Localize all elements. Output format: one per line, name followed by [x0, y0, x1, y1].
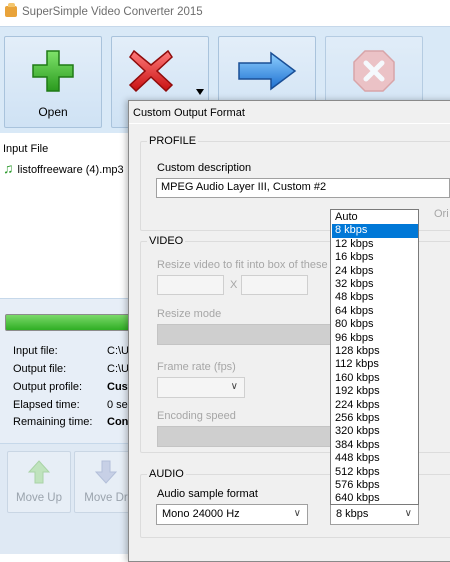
- open-button[interactable]: Open: [4, 36, 102, 128]
- bitrate-option[interactable]: 192 kbps: [332, 385, 418, 398]
- bitrate-option[interactable]: 32 kbps: [332, 278, 418, 291]
- bitrate-option[interactable]: 576 kbps: [332, 479, 418, 492]
- frame-rate-label: Frame rate (fps): [157, 361, 236, 373]
- resize-height-input[interactable]: [241, 275, 308, 295]
- info-value-elapsed-time: 0 se: [107, 399, 128, 411]
- encoding-speed-label: Encoding speed: [157, 410, 236, 422]
- arrow-up-icon: [28, 460, 50, 484]
- open-button-label: Open: [38, 105, 68, 119]
- bitrate-option[interactable]: 128 kbps: [332, 345, 418, 358]
- info-value-remaining-time: Con: [107, 416, 129, 428]
- bitrate-option[interactable]: 224 kbps: [332, 399, 418, 412]
- resize-x-separator: X: [230, 279, 238, 291]
- list-item[interactable]: ♫ listoffreeware (4).mp3: [3, 160, 124, 176]
- bitrate-option[interactable]: 96 kbps: [332, 332, 418, 345]
- info-label-output-file: Output file:: [13, 363, 67, 375]
- custom-description-input[interactable]: MPEG Audio Layer III, Custom #2: [156, 178, 450, 198]
- app-icon: [5, 3, 17, 17]
- info-label-remaining-time: Remaining time:: [13, 416, 93, 428]
- progress-bar: [5, 314, 132, 331]
- encoding-speed-slider[interactable]: [157, 426, 334, 447]
- music-note-icon: ♫: [3, 160, 14, 176]
- bitrate-option[interactable]: 80 kbps: [332, 318, 418, 331]
- bitrate-option[interactable]: Auto: [332, 211, 418, 224]
- bitrate-option[interactable]: 160 kbps: [332, 372, 418, 385]
- stop-icon: [353, 50, 395, 92]
- bitrate-option[interactable]: 112 kbps: [332, 358, 418, 371]
- resize-width-input[interactable]: [157, 275, 224, 295]
- info-label-elapsed-time: Elapsed time:: [13, 399, 80, 411]
- bitrate-option[interactable]: 512 kbps: [332, 466, 418, 479]
- original-label: Ori: [434, 208, 449, 220]
- remove-icon: [128, 49, 174, 93]
- bitrate-option[interactable]: 16 kbps: [332, 251, 418, 264]
- audio-title: AUDIO: [147, 468, 186, 480]
- custom-description-label: Custom description: [157, 162, 252, 174]
- bitrate-option[interactable]: 12 kbps: [332, 238, 418, 251]
- audio-sample-format-select[interactable]: Mono 24000 Hz ∨: [156, 504, 308, 525]
- info-label-input-file: Input file:: [13, 345, 58, 357]
- info-label-output-profile: Output profile:: [13, 381, 83, 393]
- bitrate-option[interactable]: 24 kbps: [332, 265, 418, 278]
- bitrate-option[interactable]: 8 kbps: [332, 224, 418, 238]
- frame-rate-select[interactable]: ∨: [157, 377, 245, 398]
- chevron-down-icon[interactable]: [196, 89, 204, 95]
- resize-mode-label: Resize mode: [157, 308, 222, 320]
- video-title: VIDEO: [147, 235, 186, 247]
- app-title: SuperSimple Video Converter 2015: [22, 6, 203, 18]
- resize-mode-select[interactable]: [157, 324, 334, 345]
- add-icon: [32, 50, 74, 92]
- move-up-label: Move Up: [15, 492, 63, 504]
- bitrate-option[interactable]: 384 kbps: [332, 439, 418, 452]
- audio-bitrate-value: 8 kbps: [336, 508, 369, 520]
- dialog-divider: [129, 123, 450, 124]
- file-list[interactable]: [0, 133, 130, 298]
- bitrate-option[interactable]: 48 kbps: [332, 291, 418, 304]
- chevron-down-icon: ∨: [404, 508, 412, 519]
- bitrate-option[interactable]: 448 kbps: [332, 452, 418, 465]
- bitrate-option[interactable]: 256 kbps: [332, 412, 418, 425]
- resize-label: Resize video to fit into box of these d: [157, 259, 337, 271]
- arrow-right-icon: [238, 51, 297, 91]
- bitrate-option[interactable]: 640 kbps: [332, 492, 418, 505]
- bitrate-option[interactable]: 64 kbps: [332, 305, 418, 318]
- audio-bitrate-select[interactable]: 8 kbps ∨: [330, 504, 419, 525]
- info-value-output-file: C:\U: [107, 363, 129, 375]
- arrow-down-icon: [95, 460, 117, 484]
- audio-sample-format-label: Audio sample format: [157, 488, 258, 500]
- chevron-down-icon: ∨: [230, 381, 238, 392]
- file-name: listoffreeware (4).mp3: [17, 164, 124, 176]
- chevron-down-icon: ∨: [293, 508, 301, 519]
- dialog-title: Custom Output Format: [133, 107, 245, 119]
- audio-sample-format-value: Mono 24000 Hz: [162, 508, 240, 520]
- column-header-input-file[interactable]: Input File: [3, 143, 48, 155]
- profile-title: PROFILE: [147, 135, 199, 147]
- move-up-button[interactable]: Move Up: [7, 451, 71, 513]
- info-value-input-file: C:\U: [107, 345, 129, 357]
- bitrate-option[interactable]: 320 kbps: [332, 425, 418, 438]
- bitrate-dropdown-list[interactable]: Auto 8 kbps 12 kbps 16 kbps 24 kbps 32 kbps 48…: [330, 209, 419, 505]
